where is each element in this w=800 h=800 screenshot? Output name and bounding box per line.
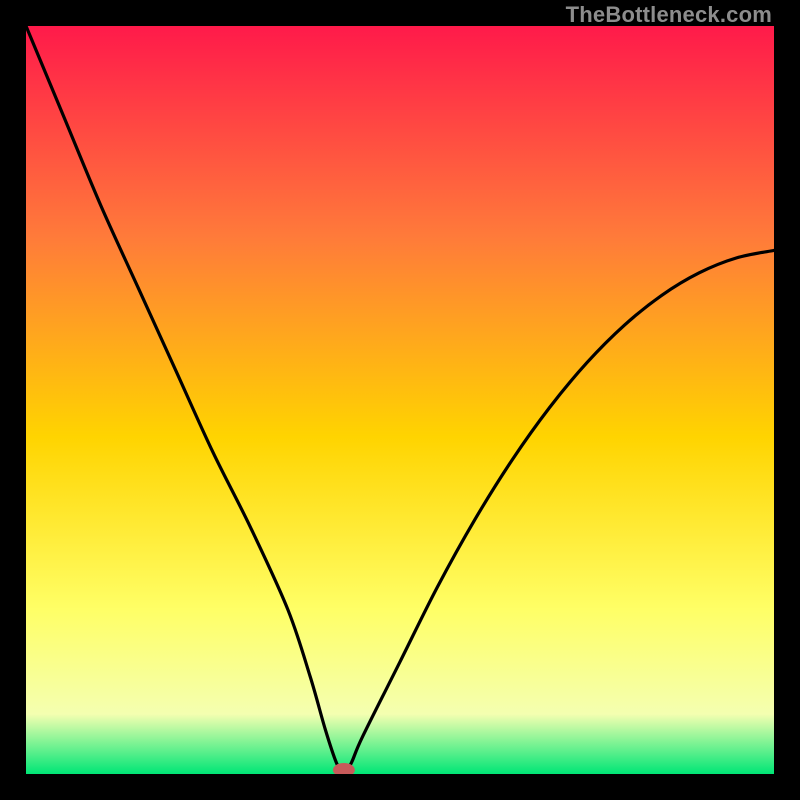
watermark-text: TheBottleneck.com <box>566 2 772 28</box>
plot-area <box>26 26 774 774</box>
chart-frame: TheBottleneck.com <box>0 0 800 800</box>
bottleneck-chart-svg <box>26 26 774 774</box>
